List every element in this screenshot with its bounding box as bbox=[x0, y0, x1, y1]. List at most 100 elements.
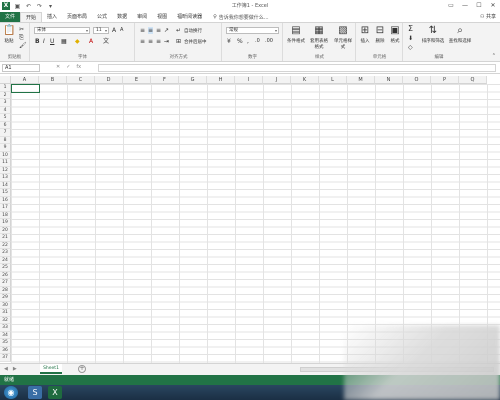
row-header[interactable]: 20 bbox=[0, 226, 11, 234]
tab-view[interactable]: 视图 bbox=[152, 12, 172, 22]
row-header[interactable]: 32 bbox=[0, 316, 11, 324]
ribbon-display-options-button[interactable]: ▭ bbox=[444, 0, 458, 12]
row-header[interactable]: 23 bbox=[0, 249, 11, 257]
align-center-icon[interactable]: ≡ bbox=[148, 38, 153, 45]
share-button[interactable]: ⚇ 共享 bbox=[480, 13, 496, 20]
select-all-button[interactable] bbox=[0, 76, 11, 84]
autosum-icon[interactable]: Σ bbox=[408, 25, 413, 33]
row-header[interactable]: 24 bbox=[0, 256, 11, 264]
cell-area[interactable] bbox=[11, 84, 500, 363]
align-right-icon[interactable]: ≡ bbox=[156, 38, 161, 45]
add-sheet-icon[interactable]: + bbox=[78, 365, 86, 373]
copy-icon[interactable]: ⎘ bbox=[19, 34, 24, 41]
row-header[interactable]: 31 bbox=[0, 309, 11, 317]
row-header[interactable]: 19 bbox=[0, 219, 11, 227]
column-header[interactable]: J bbox=[263, 76, 291, 84]
row-header[interactable]: 21 bbox=[0, 234, 11, 242]
tell-me-box[interactable]: ♀ 告诉我你想要做什么... bbox=[213, 14, 268, 21]
excel-taskbar-icon[interactable]: X bbox=[48, 386, 62, 399]
row-header[interactable]: 37 bbox=[0, 354, 11, 362]
column-header[interactable]: A bbox=[11, 76, 39, 84]
cancel-icon[interactable]: ✕ bbox=[56, 64, 60, 70]
align-left-icon[interactable]: ≡ bbox=[140, 38, 145, 45]
font-color-icon[interactable]: A bbox=[89, 38, 93, 45]
currency-icon[interactable]: ¥ bbox=[227, 38, 231, 45]
formula-input[interactable] bbox=[98, 64, 496, 72]
fill-color-icon[interactable]: ◆ bbox=[75, 38, 80, 45]
column-header[interactable]: O bbox=[403, 76, 431, 84]
maximize-button[interactable]: ☐ bbox=[472, 0, 486, 12]
column-header[interactable]: L bbox=[319, 76, 347, 84]
row-header[interactable]: 27 bbox=[0, 279, 11, 287]
row-header[interactable]: 14 bbox=[0, 181, 11, 189]
align-top-icon[interactable]: ≡ bbox=[140, 27, 145, 34]
row-header[interactable]: 29 bbox=[0, 294, 11, 302]
row-header[interactable]: 18 bbox=[0, 211, 11, 219]
conditional-formatting-button[interactable]: ▤ 条件格式 bbox=[286, 25, 306, 44]
tab-review[interactable]: 审阅 bbox=[132, 12, 152, 22]
enter-icon[interactable]: ✓ bbox=[66, 64, 70, 70]
row-header[interactable]: 3 bbox=[0, 99, 11, 107]
row-header[interactable]: 25 bbox=[0, 264, 11, 272]
clear-icon[interactable]: ◇ bbox=[408, 44, 413, 51]
row-header[interactable]: 9 bbox=[0, 144, 11, 152]
row-header[interactable]: 2 bbox=[0, 91, 11, 99]
phonetic-icon[interactable]: 文 bbox=[103, 38, 109, 45]
sheet-tab-sheet1[interactable]: Sheet1 bbox=[40, 364, 62, 374]
insert-function-button[interactable]: fx bbox=[76, 64, 81, 70]
active-cell[interactable] bbox=[11, 84, 40, 93]
tab-page-layout[interactable]: 页面布局 bbox=[62, 12, 92, 22]
borders-icon[interactable]: ▦ bbox=[61, 38, 67, 45]
format-as-table-button[interactable]: ▦ 套用表格格式 bbox=[308, 25, 330, 50]
row-header[interactable]: 10 bbox=[0, 151, 11, 159]
percent-icon[interactable]: % bbox=[237, 38, 243, 45]
comma-icon[interactable]: , bbox=[247, 38, 249, 45]
row-header[interactable]: 33 bbox=[0, 324, 11, 332]
row-header[interactable]: 22 bbox=[0, 241, 11, 249]
row-header[interactable]: 7 bbox=[0, 129, 11, 137]
decrease-font-icon[interactable]: A bbox=[120, 27, 123, 34]
column-header[interactable]: H bbox=[207, 76, 235, 84]
row-header[interactable]: 11 bbox=[0, 159, 11, 167]
row-header[interactable]: 16 bbox=[0, 196, 11, 204]
tab-foxit-reader[interactable]: 福昕阅读器 bbox=[172, 12, 207, 22]
row-header[interactable]: 34 bbox=[0, 331, 11, 339]
start-button-icon[interactable]: ◉ bbox=[4, 386, 18, 399]
increase-font-icon[interactable]: A bbox=[112, 27, 116, 34]
column-header[interactable]: D bbox=[95, 76, 123, 84]
paste-button[interactable]: 📋 粘贴 bbox=[2, 25, 16, 44]
underline-icon[interactable]: U bbox=[50, 38, 54, 45]
previous-sheet-icon[interactable]: ◀ bbox=[4, 366, 8, 372]
format-cells-button[interactable]: ▣ 格式 bbox=[388, 25, 402, 44]
sort-filter-button[interactable]: ⇅ 排序和筛选 bbox=[420, 25, 446, 44]
row-header[interactable]: 1 bbox=[0, 84, 11, 92]
row-header[interactable]: 13 bbox=[0, 174, 11, 182]
row-header[interactable]: 35 bbox=[0, 339, 11, 347]
tab-formulas[interactable]: 公式 bbox=[92, 12, 112, 22]
insert-cells-button[interactable]: ⊞ 插入 bbox=[358, 25, 372, 44]
row-header[interactable]: 36 bbox=[0, 346, 11, 354]
row-header[interactable]: 26 bbox=[0, 271, 11, 279]
column-header[interactable]: Q bbox=[459, 76, 487, 84]
column-header[interactable]: K bbox=[291, 76, 319, 84]
merge-center-button[interactable]: 合并后居中 bbox=[184, 39, 207, 45]
format-painter-icon[interactable]: 🖌 bbox=[19, 42, 27, 49]
column-header[interactable]: F bbox=[151, 76, 179, 84]
column-header[interactable]: M bbox=[347, 76, 375, 84]
indent-icon[interactable]: ⇥ bbox=[164, 38, 169, 45]
row-header[interactable]: 30 bbox=[0, 301, 11, 309]
bold-icon[interactable]: B bbox=[35, 38, 40, 45]
wrap-text-button[interactable]: 自动换行 bbox=[184, 28, 202, 34]
column-header[interactable]: N bbox=[375, 76, 403, 84]
name-box[interactable]: A1 bbox=[2, 64, 40, 72]
row-header[interactable]: 17 bbox=[0, 204, 11, 212]
column-header[interactable]: I bbox=[235, 76, 263, 84]
align-bottom-icon[interactable]: ≡ bbox=[156, 27, 161, 34]
tab-file[interactable]: 文件 bbox=[0, 12, 20, 22]
fill-icon[interactable]: ⬇ bbox=[408, 35, 413, 42]
minimize-button[interactable]: — bbox=[458, 0, 472, 12]
font-name-select[interactable]: 宋体 ▾ bbox=[34, 27, 90, 34]
column-header[interactable]: G bbox=[179, 76, 207, 84]
increase-decimal-icon[interactable]: .0 bbox=[255, 38, 260, 45]
next-sheet-icon[interactable]: ▶ bbox=[13, 366, 17, 372]
